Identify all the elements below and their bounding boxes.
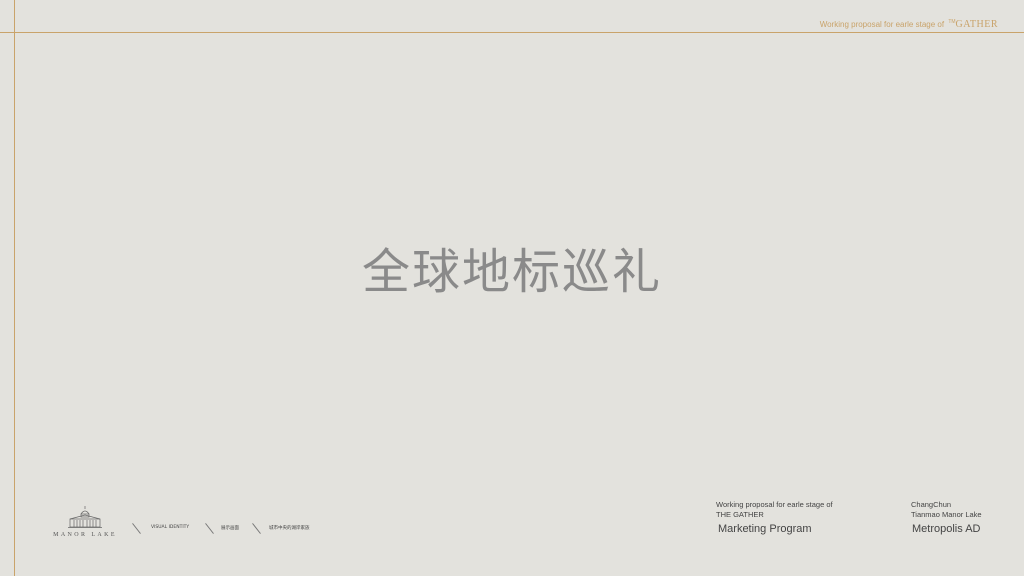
header-rule xyxy=(0,32,1024,33)
proposal-line-2: THE GATHER xyxy=(716,510,764,519)
divider-slash xyxy=(205,523,214,534)
header-text: Working proposal for earle stage of xyxy=(819,20,945,29)
nav-label-visual-identity: VISUAL IDENTITY xyxy=(151,525,190,530)
header-tm: TM xyxy=(948,19,956,26)
page-title: 全球地标巡礼 xyxy=(361,244,662,300)
divider-slash xyxy=(252,523,261,534)
proposal-line-1: Working proposal for earle stage of xyxy=(716,500,833,509)
project-line-3: Metropolis AD xyxy=(912,523,981,535)
nav-label-lakeside-family: 城市中央的湖岸家族 xyxy=(269,526,310,531)
manor-lake-logo: MANOR LAKE xyxy=(48,505,122,538)
logo-text: MANOR LAKE xyxy=(53,532,117,538)
divider-slash xyxy=(132,523,141,534)
manor-house-logo-icon xyxy=(68,506,102,528)
header-brand: GATHER xyxy=(955,19,998,30)
proposal-line-3: Marketing Program xyxy=(718,523,812,535)
proposal-block: Working proposal for earle stage of THE … xyxy=(716,500,833,535)
project-line-2: Tianmao Manor Lake xyxy=(911,510,982,519)
nav-label-display: 展示画面 xyxy=(221,526,239,531)
header-proposal-text: Working proposal for earle stage of TMGA… xyxy=(820,19,998,30)
project-line-1: ChangChun xyxy=(911,500,952,509)
project-block: ChangChun Tianmao Manor Lake Metropolis … xyxy=(911,500,982,535)
